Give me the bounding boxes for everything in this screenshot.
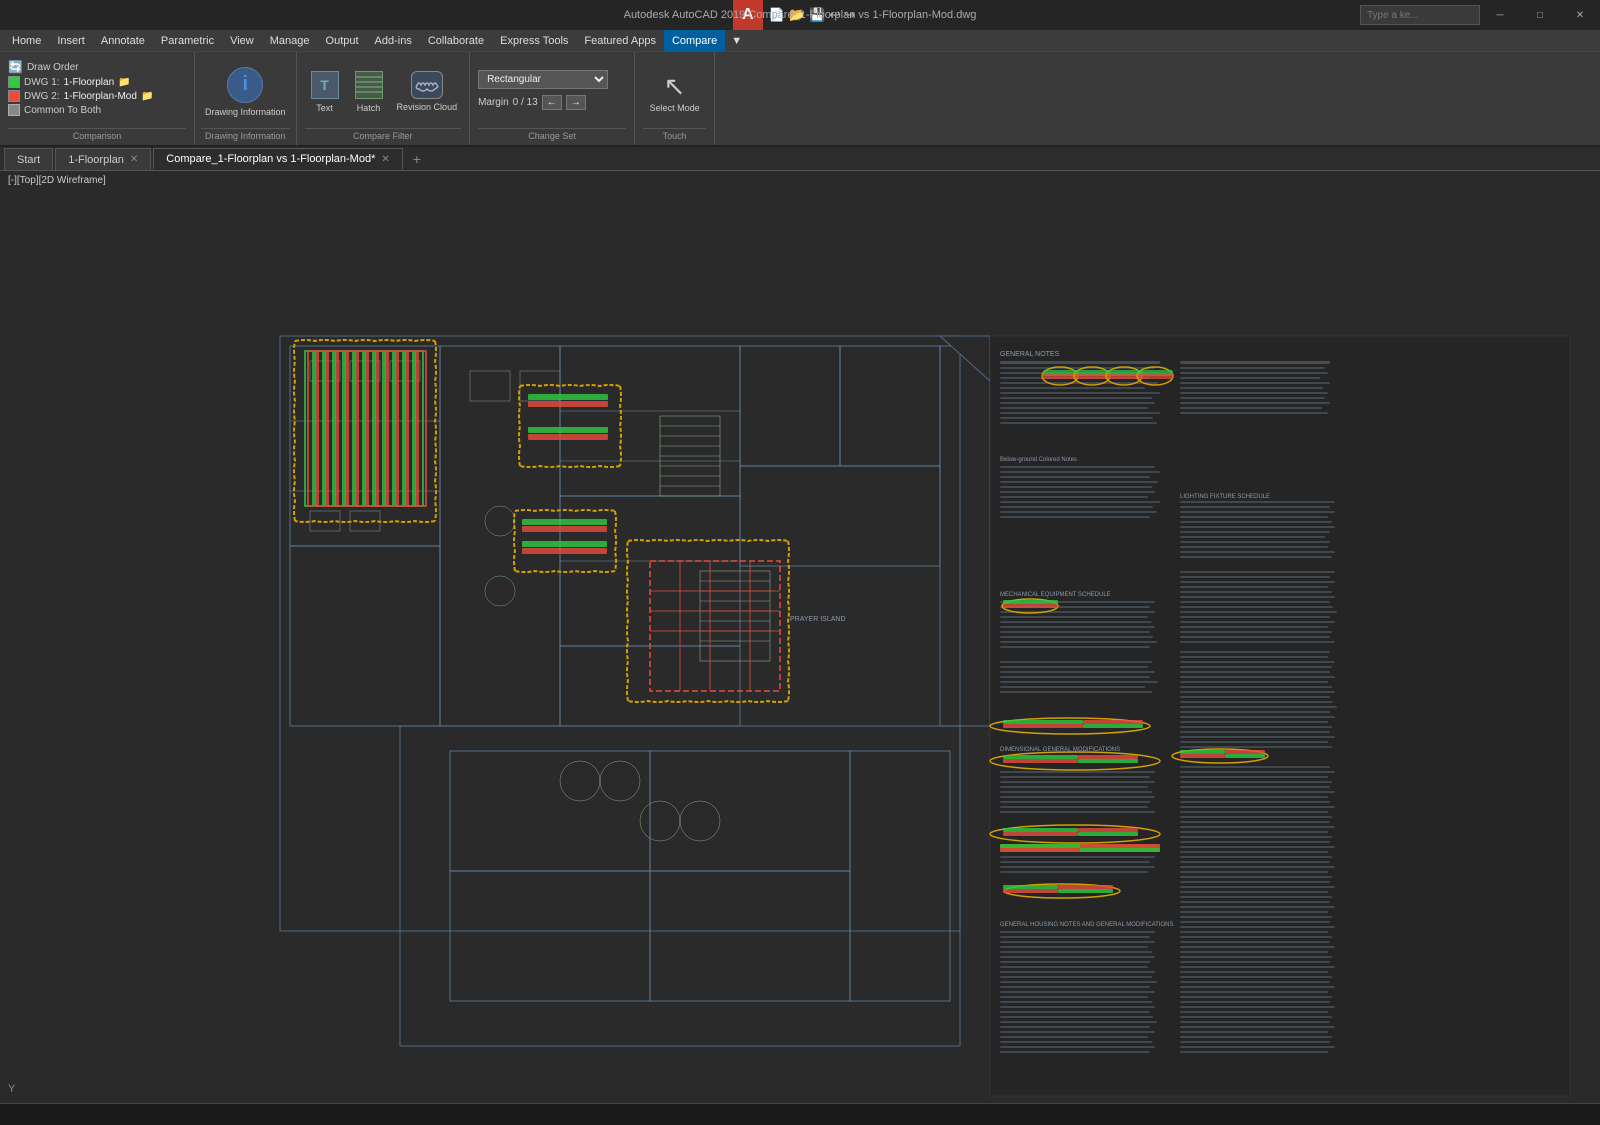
dwg1-row: DWG 1: 1-Floorplan 📁 (8, 76, 186, 88)
filter-dropdown[interactable]: Rectangular Polygon Free-form (478, 70, 608, 89)
dwg1-name[interactable]: 1-Floorplan (64, 77, 115, 88)
draw-order-btn[interactable]: 🔄 Draw Order (8, 60, 186, 74)
change-set-title: Change Set (478, 128, 626, 141)
dwg2-row: DWG 2: 1-Floorplan-Mod 📁 (8, 90, 186, 102)
title-text: Autodesk AutoCAD 2019 Compare_1-Floorpla… (624, 9, 977, 21)
y-axis-label: Y (8, 1083, 15, 1095)
nav-next-btn[interactable]: → (566, 95, 586, 110)
drawing-info-section: i Drawing Information Drawing Informatio… (195, 52, 297, 145)
tab-start[interactable]: Start (4, 148, 53, 170)
menu-view[interactable]: View (222, 30, 262, 52)
select-mode-label: Select Mode (650, 104, 700, 114)
menu-express[interactable]: Express Tools (492, 30, 576, 52)
dwg2-label: DWG 2: (24, 91, 60, 102)
ribbon: 🔄 Draw Order DWG 1: 1-Floorplan 📁 DWG 2:… (0, 52, 1600, 147)
margin-value: 0 / 13 (513, 97, 538, 108)
main-canvas: [-][Top][2D Wireframe] (0, 171, 1600, 1125)
text-btn[interactable]: T Text (305, 62, 345, 122)
common-both-label: Common To Both (24, 105, 101, 116)
status-bar (0, 1103, 1600, 1125)
menu-compare[interactable]: Compare (664, 30, 725, 52)
compare-filter-title: Compare Filter (305, 128, 462, 141)
common-both-row: Common To Both (8, 104, 186, 116)
text-label: Text (316, 103, 333, 113)
tab-compare[interactable]: Compare_1-Floorplan vs 1-Floorplan-Mod* … (153, 148, 402, 170)
title-bar: A 📄 📂 💾 ↩ ↪ Autodesk AutoCAD 2019 Compar… (0, 0, 1600, 30)
svg-text:LIGHTING FIXTURE SCHEDULE: LIGHTING FIXTURE SCHEDULE (1180, 494, 1270, 500)
touch-label-bottom: Touch (643, 128, 706, 141)
menu-home[interactable]: Home (4, 30, 49, 52)
svg-text:GENERAL NOTES: GENERAL NOTES (1000, 351, 1060, 358)
drawing-info-label: Drawing Information (205, 107, 286, 118)
svg-text:Below-ground Colored Notes: Below-ground Colored Notes (1000, 457, 1077, 463)
hatch-label: Hatch (357, 103, 381, 113)
tab-floorplan[interactable]: 1-Floorplan ✕ (55, 148, 151, 170)
nav-prev-btn[interactable]: ← (542, 95, 562, 110)
minimize-btn[interactable]: ─ (1480, 0, 1520, 30)
menu-insert[interactable]: Insert (49, 30, 93, 52)
svg-text:PRAYER ISLAND: PRAYER ISLAND (790, 616, 846, 623)
dwg1-folder[interactable]: 📁 (118, 77, 130, 88)
dwg2-folder[interactable]: 📁 (141, 91, 153, 102)
margin-label: Margin (478, 97, 509, 108)
drawing-info-btn[interactable]: i Drawing Information (201, 56, 290, 128)
tab-floorplan-label: 1-Floorplan (68, 154, 124, 166)
tab-add-btn[interactable]: + (405, 148, 429, 170)
svg-text:MECHANICAL EQUIPMENT SCHEDULE: MECHANICAL EQUIPMENT SCHEDULE (1000, 592, 1111, 598)
hatch-btn[interactable]: Hatch (349, 62, 389, 122)
dwg1-label: DWG 1: (24, 77, 60, 88)
comparison-section: 🔄 Draw Order DWG 1: 1-Floorplan 📁 DWG 2:… (0, 52, 195, 145)
menu-bar: Home Insert Annotate Parametric View Man… (0, 30, 1600, 52)
menu-extra[interactable]: ▼ (725, 33, 748, 49)
revision-cloud-label: Revision Cloud (397, 103, 458, 113)
change-set-section: Rectangular Polygon Free-form Margin 0 /… (470, 52, 635, 145)
compare-filter-section: T Text Hatch (297, 52, 471, 145)
comparison-section-title: Comparison (8, 128, 186, 141)
menu-featured[interactable]: Featured Apps (576, 30, 664, 52)
tab-compare-close[interactable]: ✕ (381, 154, 389, 165)
menu-output[interactable]: Output (318, 30, 367, 52)
menu-collaborate[interactable]: Collaborate (420, 30, 492, 52)
maximize-btn[interactable]: □ (1520, 0, 1560, 30)
svg-text:GENERAL HOUSING NOTES AND GENE: GENERAL HOUSING NOTES AND GENERAL MODIFI… (1000, 922, 1173, 928)
tab-floorplan-close[interactable]: ✕ (130, 154, 138, 165)
menu-addins[interactable]: Add-ins (367, 30, 420, 52)
dwg2-name[interactable]: 1-Floorplan-Mod (64, 91, 137, 102)
close-btn[interactable]: ✕ (1560, 0, 1600, 30)
drawing-info-section-title: Drawing Information (201, 128, 290, 141)
select-mode-section: ↖ Select Mode Touch (635, 52, 715, 145)
tab-compare-label: Compare_1-Floorplan vs 1-Floorplan-Mod* (166, 153, 375, 165)
menu-annotate[interactable]: Annotate (93, 30, 153, 52)
cad-drawing: GENERAL NOTES (0, 171, 1600, 1125)
menu-manage[interactable]: Manage (262, 30, 318, 52)
revision-cloud-btn[interactable]: Revision Cloud (393, 62, 462, 122)
viewport-label: [-][Top][2D Wireframe] (8, 175, 106, 186)
select-mode-btn[interactable]: ↖ Select Mode (646, 62, 704, 122)
search-input[interactable] (1360, 5, 1480, 25)
menu-parametric[interactable]: Parametric (153, 30, 222, 52)
tab-bar: Start 1-Floorplan ✕ Compare_1-Floorplan … (0, 147, 1600, 171)
tab-start-label: Start (17, 154, 40, 166)
